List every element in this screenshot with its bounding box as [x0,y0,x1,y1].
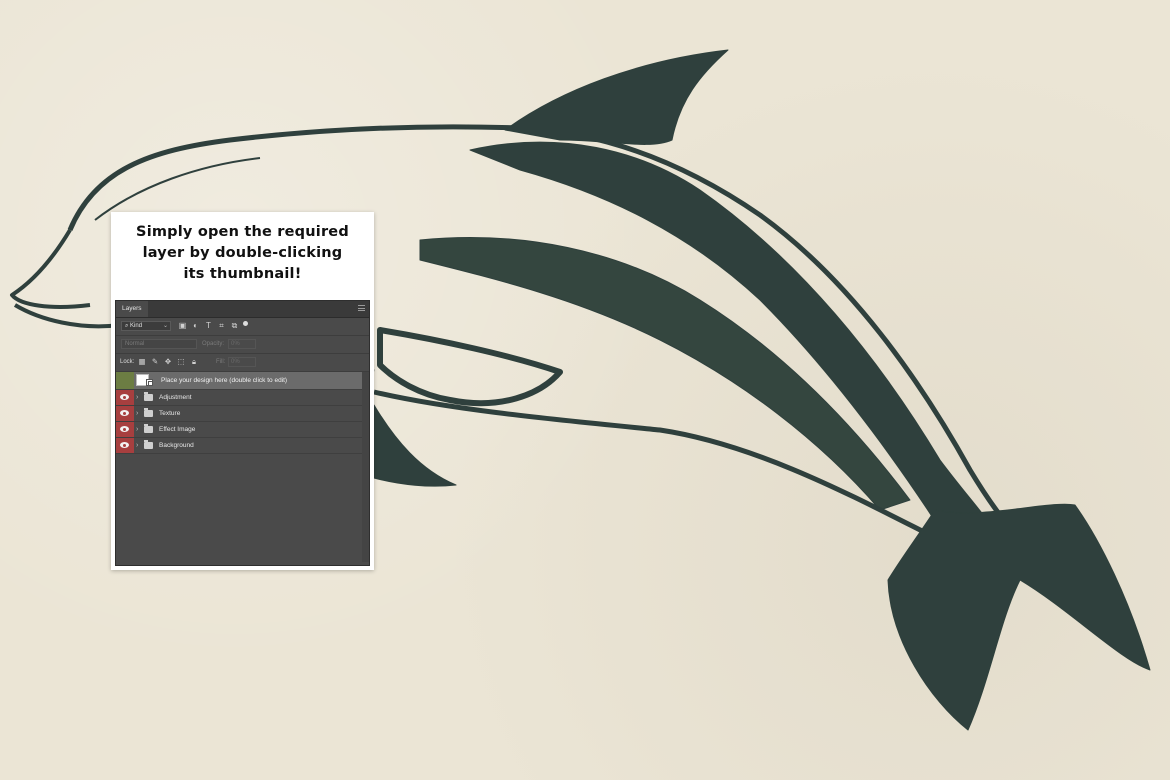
instruction-card: Simply open the required layer by double… [111,212,374,570]
layer-name: Place your design here (double click to … [161,377,288,384]
layers-panel: Layers ⌕ Kind ⌄ ▣ ◐ T ⌗ ⧉ Normal Opacity… [115,300,370,566]
search-icon: ⌕ [125,323,129,329]
filter-toggle-dot[interactable] [243,321,248,326]
blend-mode-select[interactable]: Normal [121,339,197,349]
filter-kind-select[interactable]: ⌕ Kind ⌄ [121,321,171,331]
dolphin-tail [887,503,1151,731]
chevron-right-icon[interactable]: › [136,390,138,405]
headline-line-3: its thumbnail! [183,266,302,282]
chevron-right-icon[interactable]: › [136,422,138,437]
eye-icon [120,394,129,400]
folder-icon [144,424,153,433]
dolphin-head-line [94,157,261,221]
layer-name: Adjustment [159,394,192,401]
layer-visibility-toggle[interactable] [116,422,134,437]
filter-kind-label: Kind [130,323,143,329]
shape-filter-icon[interactable]: ⌗ [217,321,226,330]
chevron-right-icon[interactable]: › [136,438,138,453]
layer-name: Background [159,442,194,449]
layer-visibility-toggle[interactable] [116,390,134,405]
layers-list: Place your design here (double click to … [116,372,369,454]
folder-icon [144,392,153,401]
dolphin-snout [10,228,121,329]
fill-input[interactable]: 0% [228,357,256,367]
eye-icon [120,442,129,448]
layer-group-effect-image[interactable]: › Effect Image [116,422,369,438]
layer-group-texture[interactable]: › Texture [116,406,369,422]
smart-object-icon [146,379,153,386]
type-filter-icon[interactable]: T [204,321,213,330]
panel-menu-icon[interactable] [358,305,365,311]
layers-panel-tabbar: Layers [116,301,369,318]
tab-layers[interactable]: Layers [116,301,148,317]
layer-visibility-toggle[interactable] [116,372,134,389]
dolphin-dorsal-fin [504,49,729,145]
opacity-input[interactable]: 0% [228,339,256,349]
lock-icons: ▦ ✎ ✥ ⬚ 🔒︎ [138,357,198,366]
fill-label: Fill: [216,359,226,365]
layer-name: Effect Image [159,426,196,433]
layer-group-adjustment[interactable]: › Adjustment [116,390,369,406]
lock-label: Lock: [120,359,135,365]
blend-row: Normal Opacity: 0% [116,336,369,354]
dolphin-lower-fin [373,404,457,487]
adjustment-filter-icon[interactable]: ◐ [191,321,200,330]
lock-row: Lock: ▦ ✎ ✥ ⬚ 🔒︎ Fill: 0% [116,354,369,372]
layer-name: Texture [159,410,181,417]
smart-object-filter-icon[interactable]: ⧉ [230,321,239,330]
eye-icon [120,426,129,432]
layer-visibility-toggle[interactable] [116,438,134,453]
filter-icons: ▣ ◐ T ⌗ ⧉ [178,321,248,330]
lock-image-icon[interactable]: ✎ [151,357,159,366]
eye-icon [120,410,129,416]
folder-icon [144,408,153,417]
headline-line-2: layer by double-clicking [142,245,343,261]
lock-transparent-icon[interactable]: ▦ [138,357,146,366]
filter-row: ⌕ Kind ⌄ ▣ ◐ T ⌗ ⧉ [116,318,369,336]
opacity-label: Opacity: [202,341,225,347]
folder-icon [144,440,153,449]
headline-line-1: Simply open the required [136,224,349,240]
layer-place-your-design[interactable]: Place your design here (double click to … [116,372,369,390]
image-filter-icon[interactable]: ▣ [178,321,187,330]
lock-all-icon[interactable]: 🔒︎ [190,357,198,366]
layers-scrollbar[interactable] [362,372,369,562]
lock-artboard-icon[interactable]: ⬚ [177,357,185,366]
chevron-down-icon: ⌄ [162,323,168,329]
instruction-headline: Simply open the required layer by double… [111,222,374,285]
layer-group-background[interactable]: › Background [116,438,369,454]
dolphin-pectoral-fin [377,327,563,407]
chevron-right-icon[interactable]: › [136,406,138,421]
layer-visibility-toggle[interactable] [116,406,134,421]
lock-position-icon[interactable]: ✥ [164,357,172,366]
